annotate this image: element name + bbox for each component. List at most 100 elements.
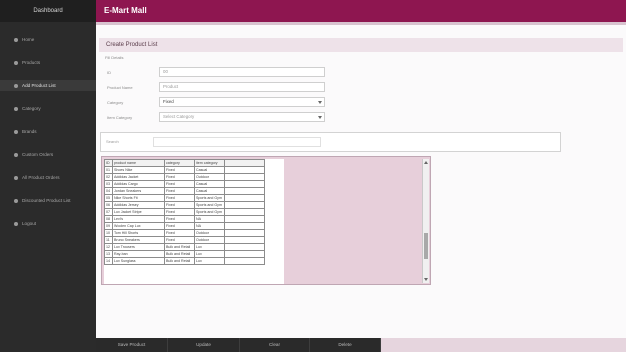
- top-bar: E-Mart Mall: [96, 0, 626, 22]
- table-cell: 14: [104, 257, 113, 265]
- sidebar-item-label: Category: [22, 106, 41, 111]
- table-cell: Outdoor: [194, 229, 225, 237]
- id-field[interactable]: 00: [159, 67, 325, 77]
- table-cell: Lux: [194, 257, 225, 265]
- table-row[interactable]: 06 Addidas Jersey Fixed Sports and Gym: [104, 201, 265, 209]
- table-row[interactable]: 07 Lux Jacket Stripe Fixed Sports and Gym: [104, 208, 265, 216]
- page-header: Create Product List: [99, 38, 623, 52]
- all-orders-icon: [14, 175, 18, 180]
- action-bar-accent: [381, 338, 626, 352]
- sidebar-item-label: Home: [22, 37, 35, 42]
- table-cell: 01: [104, 166, 113, 174]
- table-body: 01 Shoes Nike Fixed Casual 02 Addidas Jacket F…: [104, 166, 265, 265]
- table-cell: Tom Hill Shorts: [112, 229, 165, 237]
- table-row[interactable]: 03 Addidas Cargo Fixed Casual: [104, 180, 265, 188]
- table-header-row: ID product name category item category: [104, 159, 265, 167]
- products-icon: [14, 60, 18, 65]
- table-cell: 09: [104, 222, 113, 230]
- table-cell: [224, 208, 265, 216]
- table-row[interactable]: 05 Nike Shorts Fit Fixed Sports and Gym: [104, 194, 265, 202]
- sidebar-item-label: Brands: [22, 129, 37, 134]
- table-row[interactable]: 08 Levi's Fixed NA: [104, 215, 265, 223]
- table-cell: 06: [104, 201, 113, 209]
- save-product-button[interactable]: Save Product: [96, 338, 168, 352]
- product-name-field[interactable]: Product: [159, 82, 325, 92]
- sidebar-item-logout[interactable]: Logout: [0, 218, 96, 229]
- sidebar-item-custom-orders[interactable]: Custom Orders: [0, 149, 96, 160]
- column-header-product-name[interactable]: product name: [112, 159, 165, 167]
- table-cell: NA: [194, 215, 225, 223]
- table-cell: Addidas Jersey: [112, 201, 165, 209]
- sidebar-item-add-product-list[interactable]: Add Product List: [0, 80, 96, 91]
- table-cell: Fixed: [164, 166, 195, 174]
- table-row[interactable]: 11 Bruno Sneakers Fixed Outdoor: [104, 236, 265, 244]
- sidebar-item-products[interactable]: Products: [0, 57, 96, 68]
- item-category-select[interactable]: Select Category: [159, 112, 325, 122]
- clear-button[interactable]: Clear: [240, 338, 310, 352]
- category-label: Category: [107, 100, 124, 105]
- table-cell: [224, 222, 265, 230]
- discount-icon: [14, 198, 18, 203]
- table-row[interactable]: 04 Jordan Sneakers Fixed Casual: [104, 187, 265, 195]
- app-window: Dashboard Home Products Add Product List…: [0, 0, 626, 352]
- table-cell: Casual: [194, 187, 225, 195]
- table-cell: Fixed: [164, 222, 195, 230]
- search-label: Search: [106, 139, 119, 144]
- column-header-extra[interactable]: [224, 159, 265, 167]
- sidebar-item-category[interactable]: Category: [0, 103, 96, 114]
- table-row[interactable]: 12 Lux Trousers Bulk and Retail Lux: [104, 243, 265, 251]
- sidebar-item-label: Custom Orders: [22, 152, 54, 157]
- sidebar-item-discounted-products[interactable]: Discounted Product List: [0, 195, 96, 206]
- table-cell: Casual: [194, 180, 225, 188]
- table-cell: [224, 201, 265, 209]
- sidebar-item-all-product-orders[interactable]: All Product Orders: [0, 172, 96, 183]
- sidebar: Dashboard Home Products Add Product List…: [0, 0, 96, 352]
- table-cell: Addidas Jacket: [112, 173, 165, 181]
- table-row[interactable]: 02 Addidas Jacket Fixed Outdoor: [104, 173, 265, 181]
- table-row[interactable]: 09 Woolen Cap Lux Fixed NA: [104, 222, 265, 230]
- item-category-select-value: Select Category: [163, 114, 195, 119]
- scroll-down-icon[interactable]: [424, 278, 428, 281]
- table-row[interactable]: 10 Tom Hill Shorts Fixed Outdoor: [104, 229, 265, 237]
- sidebar-item-label: Products: [22, 60, 41, 65]
- table-cell: Fixed: [164, 229, 195, 237]
- table-cell: 03: [104, 180, 113, 188]
- update-button[interactable]: Update: [168, 338, 240, 352]
- table-cell: [224, 187, 265, 195]
- brands-icon: [14, 129, 18, 134]
- table-cell: 04: [104, 187, 113, 195]
- column-header-item-category[interactable]: item category: [194, 159, 225, 167]
- sidebar-item-brands[interactable]: Brands: [0, 126, 96, 137]
- table-row[interactable]: 01 Shoes Nike Fixed Casual: [104, 166, 265, 174]
- table-cell: [224, 250, 265, 258]
- column-header-category[interactable]: category: [164, 159, 195, 167]
- delete-button[interactable]: Delete: [310, 338, 381, 352]
- category-select[interactable]: Fixed: [159, 97, 325, 107]
- search-input[interactable]: [153, 137, 321, 147]
- table-cell: Outdoor: [194, 173, 225, 181]
- table-cell: Fixed: [164, 208, 195, 216]
- table-cell: Lux: [194, 250, 225, 258]
- table-cell: [224, 180, 265, 188]
- table-cell: Shoes Nike: [112, 166, 165, 174]
- table-cell: Outdoor: [194, 236, 225, 244]
- product-table-panel: ID product name category item category 0…: [101, 156, 431, 285]
- page-title: Create Product List: [106, 42, 158, 48]
- table-row[interactable]: 14 Lux Sunglass Bulk and Retail Lux: [104, 257, 265, 265]
- table-scrollbar[interactable]: [422, 159, 429, 283]
- sidebar-item-home[interactable]: Home: [0, 34, 96, 45]
- scrollbar-thumb[interactable]: [424, 233, 428, 259]
- table-cell: Sports and Gym: [194, 194, 225, 202]
- table-cell: [224, 229, 265, 237]
- table-cell: Lux Sunglass: [112, 257, 165, 265]
- add-product-icon: [14, 83, 18, 88]
- column-header-id[interactable]: ID: [104, 159, 113, 167]
- sidebar-item-label: Logout: [22, 221, 37, 226]
- table-row[interactable]: 13 Ray-ban Bulk and Retail Lux: [104, 250, 265, 258]
- main-content: Create Product List Fill Details ID 00 P…: [96, 25, 626, 338]
- table-cell: 02: [104, 173, 113, 181]
- home-icon: [14, 37, 18, 42]
- table-cell: 07: [104, 208, 113, 216]
- sidebar-item-label: Add Product List: [22, 83, 56, 88]
- scroll-up-icon[interactable]: [424, 161, 428, 164]
